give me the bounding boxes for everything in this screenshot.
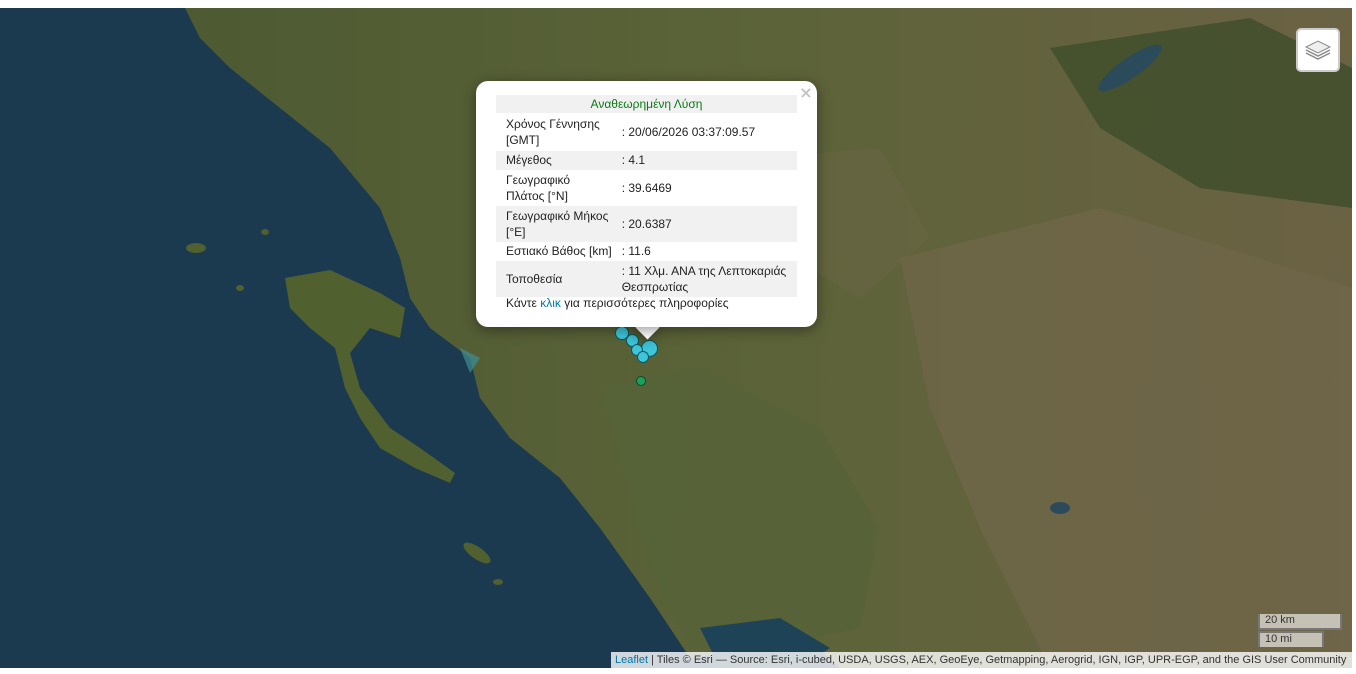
more-info-prefix: Κάντε: [506, 296, 541, 310]
popup-row-key: Γεωγραφικό Πλάτος [°N]: [506, 173, 571, 203]
popup-row: Εστιακό Βάθος [km] : 11.6: [496, 242, 797, 261]
popup-row-key: Μέγεθος: [496, 151, 622, 170]
popup-row: Μέγεθος : 4.1: [496, 151, 797, 170]
popup-close-button[interactable]: ×: [799, 85, 813, 101]
popup-row: Τοποθεσία : 11 Χλμ. ΑΝΑ της Λεπτοκαριάς …: [496, 261, 797, 297]
popup-row-key: Γεωγραφικό Μήκος [°E]: [496, 206, 622, 242]
popup-row: Χρόνος Γέννησης [GMT] : 20/06/2026 03:37…: [496, 113, 797, 151]
scale-mi: 10 mi: [1258, 631, 1324, 647]
attribution-bar: Leaflet | Tiles © Esri — Source: Esri, i…: [611, 652, 1352, 668]
leaflet-link[interactable]: Leaflet: [615, 654, 648, 666]
popup-row-value: : 11.6: [621, 244, 651, 258]
earthquake-marker-old[interactable]: [636, 376, 646, 386]
popup-row-key: Τοποθεσία: [496, 261, 622, 297]
scale-km: 20 km: [1258, 614, 1342, 630]
more-info-suffix: για περισσότερες πληροφορίες: [560, 296, 729, 310]
popup-row-value: : 4.1: [621, 151, 797, 170]
popup-row-value: : 20/06/2026 03:37:09.57: [621, 125, 756, 139]
popup-table: Αναθεωρημένη Λύση Χρόνος Γέννησης [GMT] …: [496, 95, 797, 297]
earthquake-marker[interactable]: [637, 351, 649, 363]
popup-more-info: Κάντε κλικ για περισσότερες πληροφορίες: [506, 296, 729, 310]
layers-icon: [1304, 40, 1332, 60]
popup-row-key: Χρόνος Γέννησης [GMT]: [506, 117, 600, 147]
popup-tip-mask: [630, 315, 670, 327]
popup-row-value: : 11 Χλμ. ΑΝΑ της Λεπτοκαριάς Θεσπρωτίας: [621, 261, 797, 297]
popup-row: Γεωγραφικό Πλάτος [°N] : 39.6469: [496, 170, 797, 206]
popup-row-value: : 39.6469: [621, 181, 672, 195]
more-info-link[interactable]: κλικ: [540, 296, 561, 310]
popup-row-key: Εστιακό Βάθος [km]: [506, 244, 612, 258]
popup-row-value: : 20.6387: [621, 206, 797, 242]
attribution-text: | Tiles © Esri — Source: Esri, i-cubed, …: [648, 654, 1347, 666]
layers-control-button[interactable]: [1296, 28, 1340, 72]
popup-row: Γεωγραφικό Μήκος [°E] : 20.6387: [496, 206, 797, 242]
popup-title: Αναθεωρημένη Λύση: [496, 95, 797, 113]
